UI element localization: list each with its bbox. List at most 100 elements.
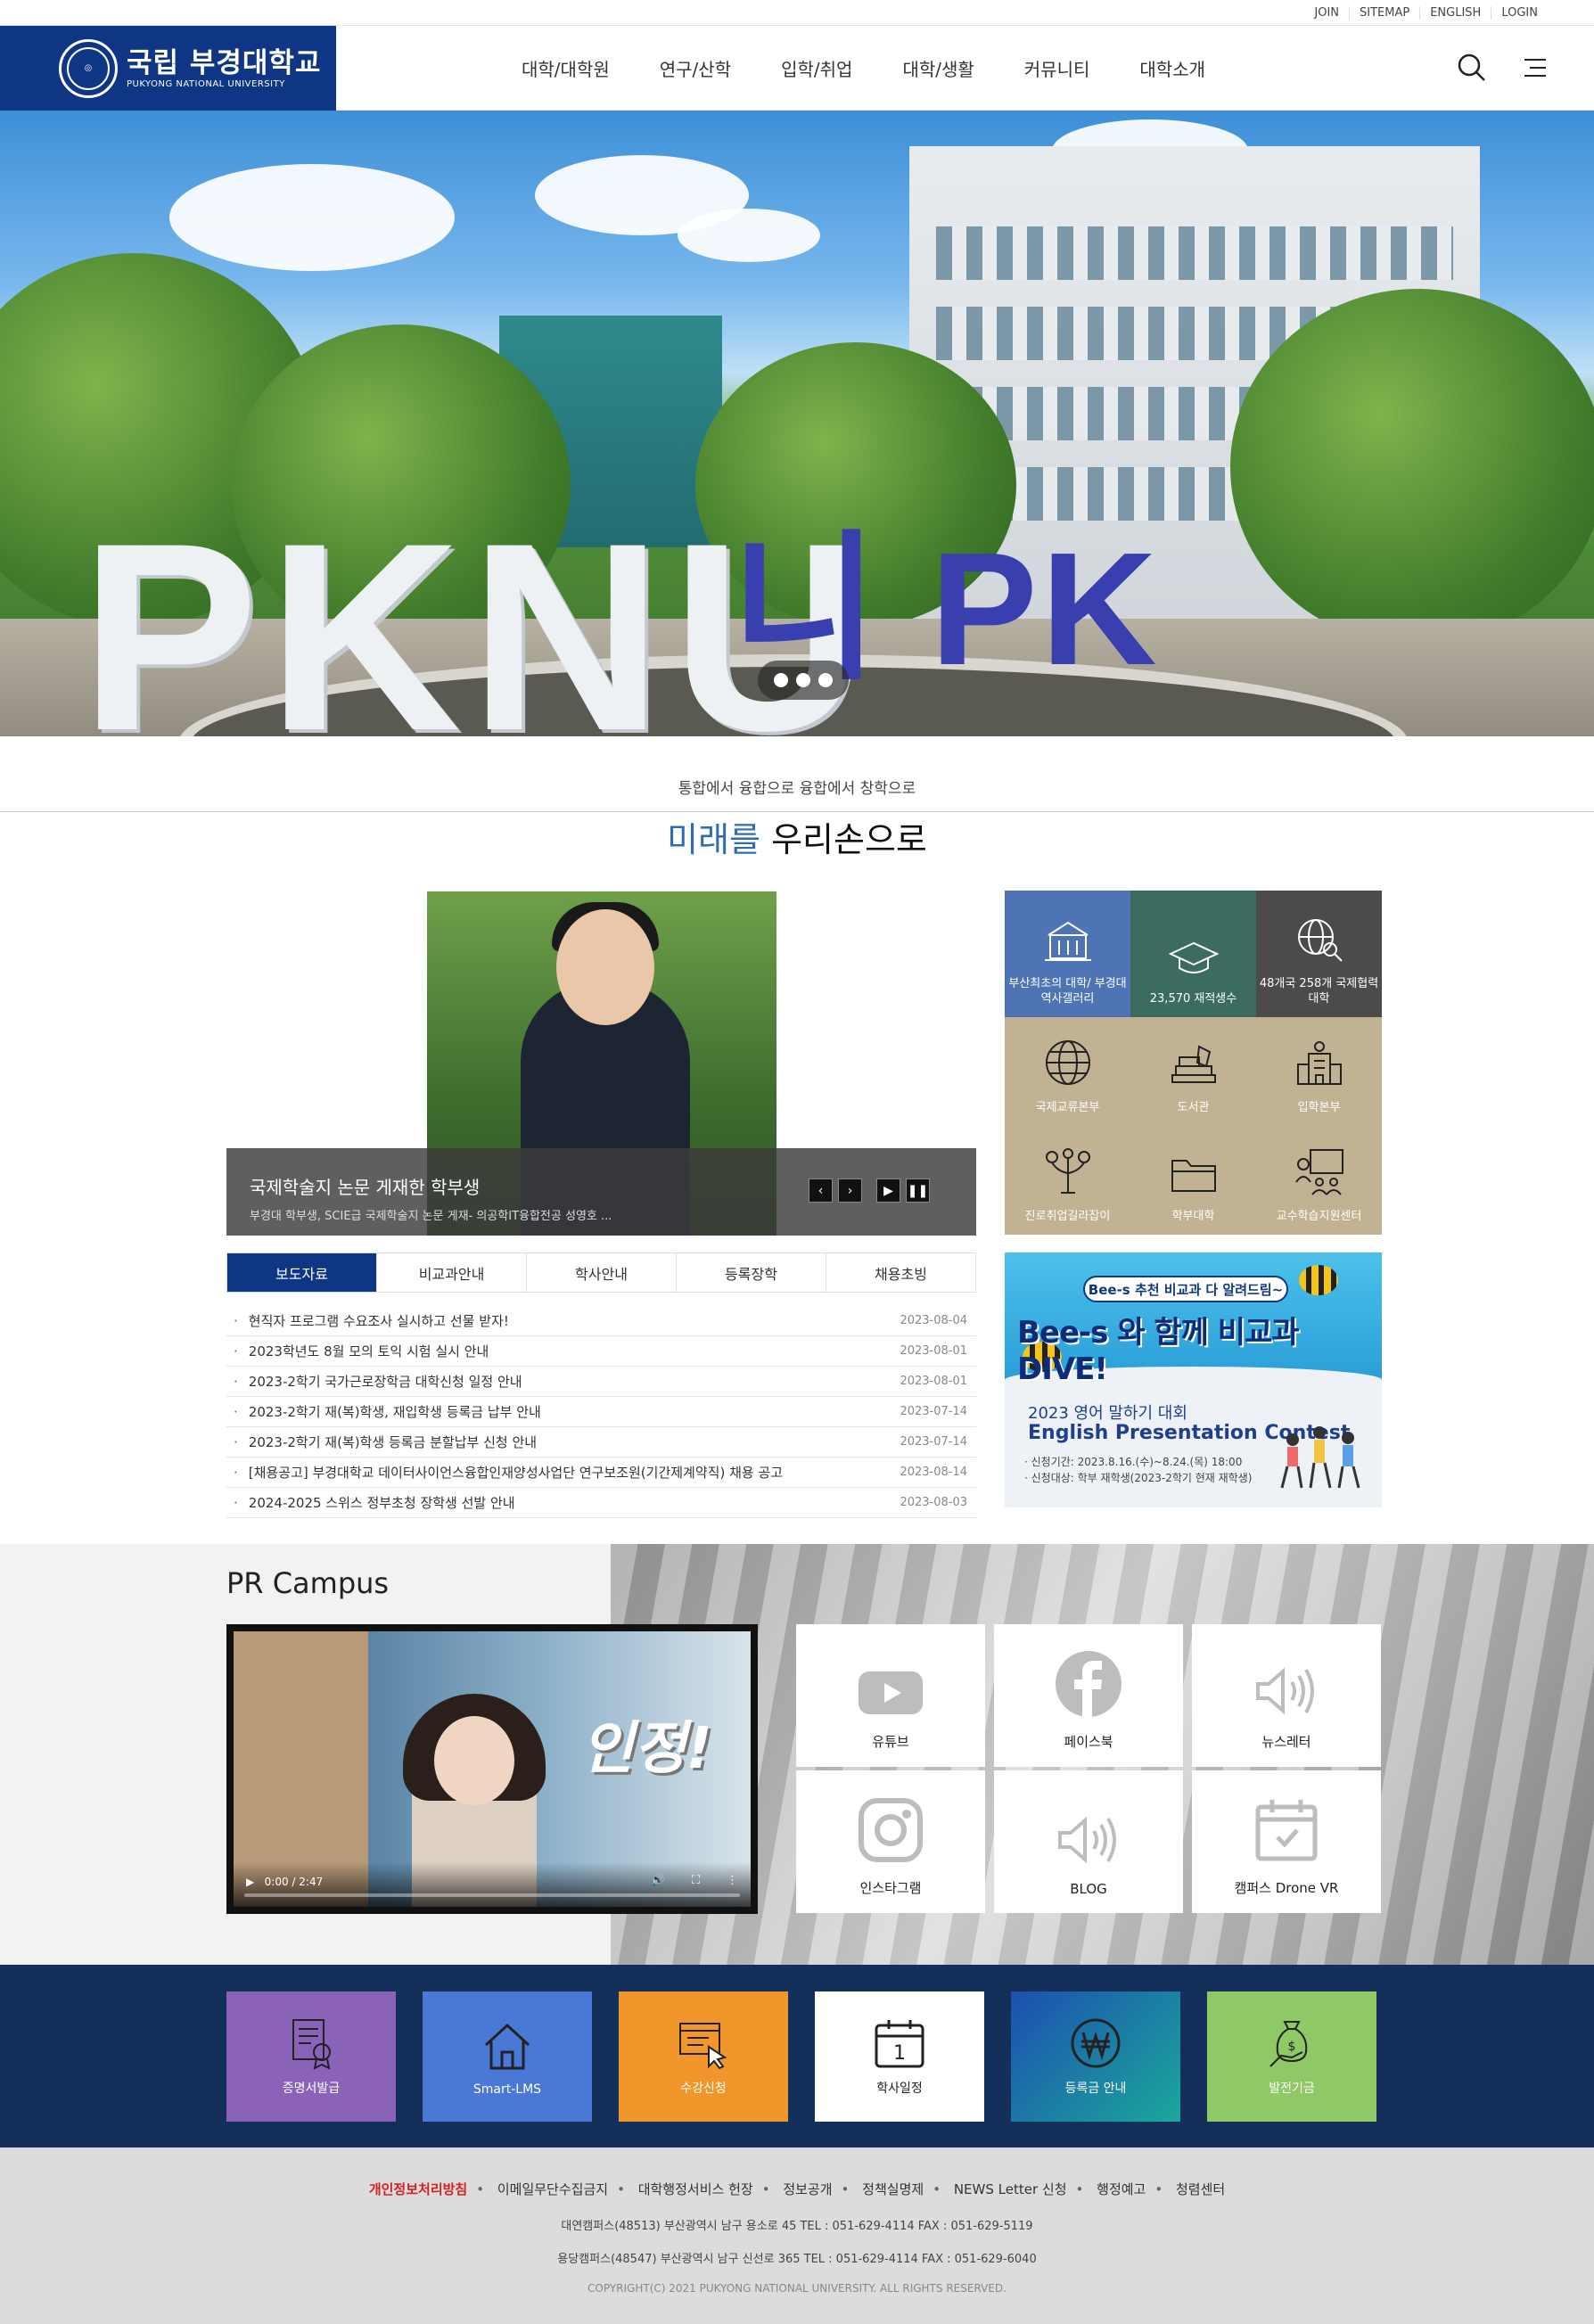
quick-link-international[interactable]: 국제교류본부: [1005, 1017, 1130, 1126]
banner-pill: Bee-s 추천 비교과 다 알려드림~: [1083, 1276, 1288, 1302]
footer-link-integrity[interactable]: 청렴센터: [1176, 2181, 1225, 2197]
service-tuition[interactable]: 등록금 안내: [1011, 1991, 1180, 2122]
service-strip: 증명서발급 Smart-LMS 수강신청 1 학사일정 등록금 안내 $ 발전기…: [0, 1965, 1594, 2147]
site-footer: 개인정보처리방침 • 이메일무단수집금지 • 대학행정서비스 헌장 • 정보공개 • 정…: [0, 2147, 1594, 2324]
next-icon[interactable]: ›: [838, 1178, 862, 1203]
service-development-fund[interactable]: $ 발전기금: [1207, 1991, 1376, 2122]
sns-instagram[interactable]: 인스타그램: [796, 1770, 985, 1913]
tab-press[interactable]: 보도자료: [227, 1253, 376, 1292]
banner-line3: · 신청기간: 2023.8.16.(수)~8.24.(목) 18:00: [1024, 1456, 1243, 1468]
quick-link-partners[interactable]: 48개국 258개 국제협력대학: [1256, 891, 1382, 1017]
pr-title: PR Campus: [226, 1566, 390, 1600]
sns-blog[interactable]: BLOG: [994, 1770, 1183, 1913]
footer-link-disclosure[interactable]: 정보공개: [783, 2181, 832, 2197]
slogan: 통합에서 융합으로 융합에서 창학으로 미래를 우리손으로: [0, 776, 1594, 861]
prev-icon[interactable]: ‹: [809, 1178, 833, 1203]
banner-line1: 2023 영어 말하기 대회: [1028, 1404, 1187, 1423]
service-academic-calendar[interactable]: 1 학사일정: [815, 1991, 984, 2122]
pr-campus-section: PR Campus 인정! ▶ 0:00 / 2:47 🔊 ⛶ ⋮ 유튜브 페이…: [0, 1544, 1594, 1965]
service-course-registration[interactable]: 수강신청: [619, 1991, 788, 2122]
tab-extracurricular[interactable]: 비교과안내: [376, 1253, 526, 1292]
list-item[interactable]: 2023-2학기 재(복)학생, 재입학생 등록금 납부 안내2023-07-1…: [226, 1397, 976, 1427]
footer-link-policy-name[interactable]: 정책실명제: [862, 2181, 924, 2197]
tab-recruit[interactable]: 채용초빙: [826, 1253, 975, 1292]
site-logo[interactable]: ◎ 국립 부경대학교 PUKYONG NATIONAL UNIVERSITY: [0, 26, 336, 111]
speaker-icon: [1058, 1816, 1116, 1864]
sns-youtube[interactable]: 유튜브: [796, 1624, 985, 1767]
quick-link-students[interactable]: 23,570 재적생수: [1130, 891, 1256, 1017]
nav-item-about[interactable]: 대학소개: [1139, 55, 1205, 81]
nav-item-community[interactable]: 커뮤니티: [1024, 55, 1090, 81]
globe-search-icon: [1297, 919, 1343, 962]
quick-link-admission[interactable]: 입학본부: [1256, 1017, 1382, 1126]
footer-link-newsletter[interactable]: NEWS Letter 신청: [954, 2181, 1067, 2197]
pause-icon[interactable]: ❚❚: [906, 1178, 930, 1203]
slogan-main: 미래를 우리손으로: [658, 812, 936, 861]
news-slider[interactable]: 국제학술지 논문 게재한 학부생 부경대 학부생, SCIE급 국제학술지 논문…: [226, 891, 976, 1236]
teaching-board-icon: [1294, 1149, 1343, 1195]
site-header: ◎ 국립 부경대학교 PUKYONG NATIONAL UNIVERSITY 대…: [0, 26, 1594, 111]
hero-banner: PKNU 니 PK: [0, 111, 1594, 736]
footer-link-charter[interactable]: 대학행정서비스 헌장: [638, 2181, 753, 2197]
footer-link-email-policy[interactable]: 이메일무단수집금지: [497, 2181, 608, 2197]
promo-banner[interactable]: Bee-s 추천 비교과 다 알려드림~ Bee-s 와 함께 비교과 DIVE…: [1005, 1252, 1382, 1507]
sns-drone-vr[interactable]: 캠퍼스 Drone VR: [1192, 1770, 1381, 1913]
sitemap-link[interactable]: SITEMAP: [1349, 6, 1419, 20]
footer-copyright: COPYRIGHT(C) 2021 PUKYONG NATIONAL UNIVE…: [587, 2282, 1007, 2295]
fund-icon: $: [1269, 2021, 1308, 2067]
nav-item-admission[interactable]: 입학/취업: [781, 55, 852, 81]
english-link[interactable]: ENGLISH: [1419, 6, 1491, 20]
tab-academic[interactable]: 학사안내: [526, 1253, 676, 1292]
news-caption[interactable]: 국제학술지 논문 게재한 학부생 부경대 학부생, SCIE급 국제학술지 논문…: [226, 1148, 976, 1236]
service-certificate[interactable]: 증명서발급: [226, 1991, 396, 2122]
quick-link-career[interactable]: 진로취업길라잡이: [1005, 1126, 1130, 1235]
quick-link-library[interactable]: 도서관: [1130, 1017, 1256, 1126]
list-item[interactable]: 2023-2학기 국가근로장학금 대학신청 일정 안내2023-08-01: [226, 1367, 976, 1397]
list-item[interactable]: 2024-2025 스위스 정부초청 장학생 선발 안내2023-08-03: [226, 1488, 976, 1518]
more-options-icon[interactable]: ⋮: [727, 1874, 738, 1887]
list-item[interactable]: 2023-2학기 재(복)학생 등록금 분할납부 신청 안내2023-07-14: [226, 1427, 976, 1458]
service-smart-lms[interactable]: Smart-LMS: [423, 1991, 592, 2122]
sns-newsletter[interactable]: 뉴스레터: [1192, 1624, 1381, 1767]
quick-link-undergrad[interactable]: 학부대학: [1130, 1126, 1256, 1235]
nav-item-campus-life[interactable]: 대학/생활: [902, 55, 974, 81]
search-icon[interactable]: [1457, 53, 1487, 83]
video-progress-bar[interactable]: [244, 1893, 740, 1897]
login-link[interactable]: LOGIN: [1491, 6, 1548, 20]
join-link[interactable]: JOIN: [1304, 6, 1349, 20]
nav-item-research[interactable]: 연구/산학: [660, 55, 731, 81]
video-time[interactable]: ▶ 0:00 / 2:47: [246, 1876, 323, 1888]
quick-link-teaching-center[interactable]: 교수학습지원센터: [1256, 1126, 1382, 1235]
list-item[interactable]: [채용공고] 부경대학교 데이터사이언스융합인재양성사업단 연구보조원(기간제계…: [226, 1458, 976, 1488]
calendar-check-icon: [1255, 1800, 1318, 1861]
list-item[interactable]: 2023학년도 8월 모의 토익 시험 실시 안내2023-08-01: [226, 1336, 976, 1367]
main-navigation: 대학/대학원 연구/산학 입학/취업 대학/생활 커뮤니티 대학소개: [522, 26, 1255, 111]
fullscreen-icon[interactable]: ⛶: [692, 1874, 700, 1887]
university-building-icon: [1044, 921, 1091, 961]
utility-bar: JOIN SITEMAP ENGLISH LOGIN: [0, 0, 1594, 26]
sns-facebook[interactable]: 페이스북: [994, 1624, 1183, 1767]
home-icon: [484, 2023, 530, 2070]
notice-list: 현직자 프로그램 수요조사 실시하고 선물 받자!2023-08-04 2023…: [226, 1306, 976, 1518]
footer-links: 개인정보처리방침 • 이메일무단수집금지 • 대학행정서비스 헌장 • 정보공개 • 정…: [368, 2181, 1226, 2197]
nav-item-college[interactable]: 대학/대학원: [522, 55, 610, 81]
youtube-icon: [859, 1671, 923, 1714]
footer-link-privacy[interactable]: 개인정보처리방침: [369, 2181, 467, 2197]
hero-pagination[interactable]: [758, 661, 849, 700]
tab-tuition[interactable]: 등록장학: [676, 1253, 826, 1292]
calendar-icon: 1: [875, 2020, 924, 2068]
menu-icon[interactable]: [1523, 53, 1548, 83]
bee-icon: [1299, 1265, 1338, 1295]
volume-icon[interactable]: 🔊: [651, 1874, 665, 1887]
footer-link-notice[interactable]: 행정예고: [1097, 2181, 1146, 2197]
footer-address-2: 용당캠퍼스(48547) 부산광역시 남구 신선로 365 TEL : 051-…: [557, 2253, 1037, 2266]
list-item[interactable]: 현직자 프로그램 수요조사 실시하고 선물 받자!2023-08-04: [226, 1306, 976, 1336]
quick-link-history[interactable]: 부산최초의 대학/ 부경대 역사갤러리: [1005, 891, 1130, 1017]
video-player[interactable]: 인정! ▶ 0:00 / 2:47 🔊 ⛶ ⋮: [226, 1624, 758, 1914]
logo-korean-name: 국립 부경대학교: [127, 47, 322, 79]
books-icon: [1171, 1045, 1216, 1083]
svg-text:1: 1: [893, 2042, 906, 2065]
banner-line4: · 신청대상: 학부 재학생(2023-2학기 현재 재학생): [1024, 1472, 1253, 1484]
course-register-icon: [679, 2023, 727, 2070]
play-icon[interactable]: ▶: [876, 1178, 900, 1203]
